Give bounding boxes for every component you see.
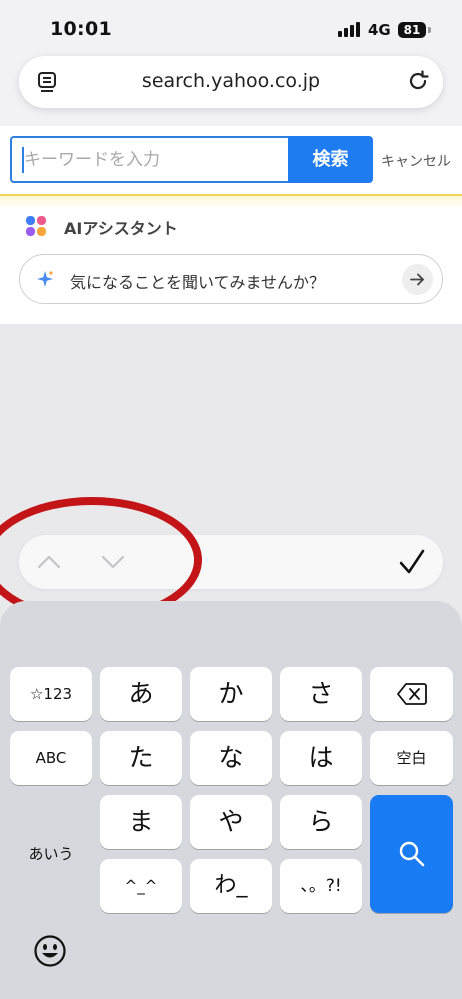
key-ma[interactable]: ま — [100, 795, 182, 849]
key-punctuation[interactable]: 、。?! — [280, 859, 362, 913]
key-kaomoji[interactable]: ^_^ — [100, 859, 182, 913]
search-key[interactable] — [370, 795, 453, 913]
ai-assistant-title: AIアシスタント — [64, 219, 178, 238]
search-panel: 検索 キャンセル AIアシスタント 気になることを聞いてみませんか？ — [0, 126, 462, 324]
key-aiu[interactable]: あいう — [10, 795, 92, 913]
cancel-button[interactable]: キャンセル — [381, 151, 451, 171]
delete-key[interactable] — [370, 667, 453, 721]
delete-icon — [397, 683, 427, 705]
ai-prompt-field[interactable]: 気になることを聞いてみませんか？ — [19, 254, 443, 304]
checkmark-icon[interactable] — [398, 548, 426, 576]
key-ka[interactable]: か — [190, 667, 272, 721]
key-sa[interactable]: さ — [280, 667, 362, 721]
battery-tip — [428, 27, 431, 33]
status-time: 10:01 — [50, 18, 112, 40]
network-type: 4G — [368, 21, 391, 39]
key-ra[interactable]: ら — [280, 795, 362, 849]
chevron-up-icon[interactable] — [36, 549, 62, 575]
key-wa[interactable]: わ_ — [190, 859, 272, 913]
ai-prompt-text: 気になることを聞いてみませんか？ — [70, 273, 326, 292]
key-na[interactable]: な — [190, 731, 272, 785]
search-button[interactable]: 検索 — [288, 136, 373, 183]
key-space[interactable]: 空白 — [370, 731, 453, 785]
ai-assistant-logo-icon — [25, 215, 47, 237]
form-accessory-bar — [19, 535, 443, 589]
search-input[interactable] — [10, 136, 290, 183]
url-text[interactable]: search.yahoo.co.jp — [19, 70, 443, 92]
chevron-down-icon[interactable] — [100, 549, 126, 575]
divider-glow — [0, 196, 462, 210]
sparkle-icon — [36, 270, 54, 288]
status-bar: 10:01 4G 81 — [0, 0, 462, 56]
reload-icon[interactable] — [406, 69, 430, 93]
key-ya[interactable]: や — [190, 795, 272, 849]
browser-toolbar: search.yahoo.co.jp — [0, 56, 462, 126]
key-symbols[interactable]: ☆123 — [10, 667, 92, 721]
search-icon — [399, 841, 425, 867]
keyboard: ☆123 あ か さ ABC た な は 空白 あいう ま や ら ^_^ わ_… — [0, 601, 462, 999]
address-bar[interactable]: search.yahoo.co.jp — [19, 56, 443, 108]
key-ha[interactable]: は — [280, 731, 362, 785]
key-ta[interactable]: た — [100, 731, 182, 785]
emoji-icon[interactable] — [33, 934, 67, 968]
key-abc[interactable]: ABC — [10, 731, 92, 785]
key-a[interactable]: あ — [100, 667, 182, 721]
text-caret — [22, 147, 24, 173]
battery-icon: 81 — [398, 22, 426, 38]
signal-icon — [338, 22, 362, 37]
arrow-right-icon[interactable] — [402, 264, 433, 295]
